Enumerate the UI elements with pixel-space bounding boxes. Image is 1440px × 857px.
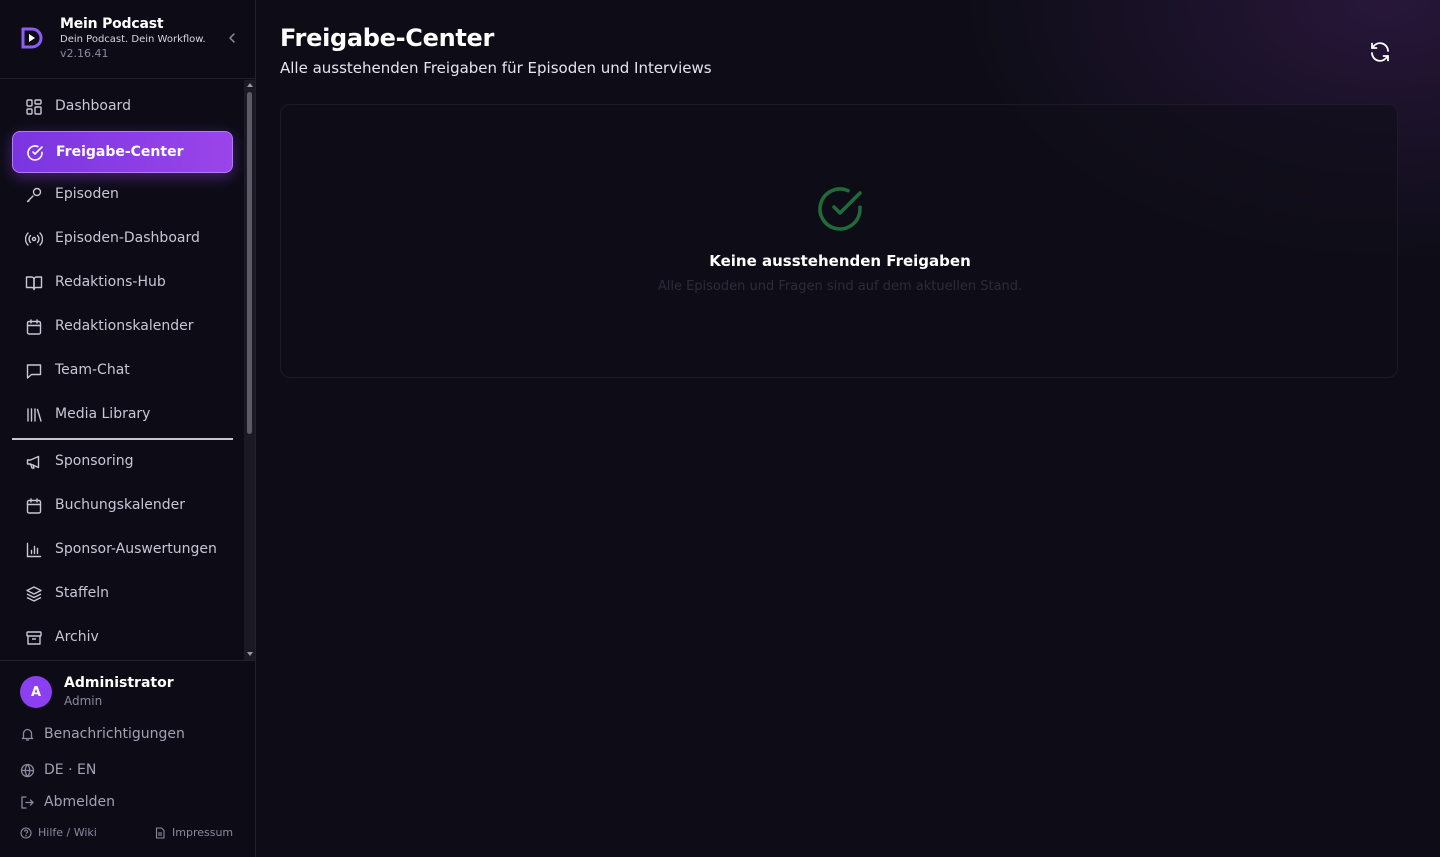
sidebar-item-label: Sponsor-Auswertungen [55,541,217,557]
main-content: Freigabe-Center Alle ausstehenden Freiga… [256,0,1440,857]
sidebar-item-archiv[interactable]: Archiv [12,617,233,659]
logout-button[interactable]: Abmelden [20,792,115,812]
sidebar-item-dashboard[interactable]: Dashboard [12,86,233,128]
sidebar-item-freigabe-center[interactable]: Freigabe-Center [12,131,233,173]
page-subtitle: Alle ausstehenden Freigaben für Episoden… [280,59,712,77]
sidebar-item-label: Staffeln [55,585,109,601]
help-circle-icon [20,826,32,839]
app-version: v2.16.41 [60,47,109,60]
sidebar-item-label: Episoden-Dashboard [55,230,200,246]
sidebar-item-episoden-dashboard[interactable]: Episoden-Dashboard [12,218,233,260]
sidebar-scrollbar-thumb[interactable] [247,92,252,434]
layers-icon [26,586,42,602]
sidebar-item-label: Archiv [55,629,99,645]
check-circle-icon [27,145,43,161]
sidebar-footer: A Administrator Admin Benachrichtigungen… [0,660,255,857]
app-tagline: Dein Podcast. Dein Workflow. [60,34,206,45]
sidebar-item-label: Buchungskalender [55,497,186,513]
imprint-label: Impressum [172,826,234,839]
notifications-link[interactable]: Benachrichtigungen [20,724,185,744]
sidebar-item-label: Redaktions-Hub [55,274,166,290]
empty-state-card: Keine ausstehenden Freigaben Alle Episod… [280,104,1398,378]
logout-icon [21,795,34,809]
sidebar-item-media-library[interactable]: Media Library [12,394,233,436]
logout-label: Abmelden [44,794,115,810]
avatar[interactable]: A [20,676,52,708]
sidebar-item-team-chat[interactable]: Team-Chat [12,350,233,392]
user-role: Admin [64,694,103,708]
empty-state-description: Alle Episoden und Fragen sind auf dem ak… [657,279,1023,294]
bar-chart-icon [26,542,42,558]
sidebar-item-sponsor-auswertungen[interactable]: Sponsor-Auswertungen [12,529,233,571]
sidebar-item-buchungskalender[interactable]: Buchungskalender [12,485,233,527]
dashboard-grid-icon [26,99,42,115]
help-wiki-link[interactable]: Hilfe / Wiki [20,826,97,839]
sidebar-item-sponsoring[interactable]: Sponsoring [12,441,233,483]
check-circle-icon [818,187,862,231]
brand-header: Mein Podcast Dein Podcast. Dein Workflow… [0,0,255,79]
sidebar-item-label: Sponsoring [55,453,134,469]
globe-icon [20,763,35,777]
bell-icon [21,728,34,741]
sidebar-nav: Dashboard Freigabe-Center Episoden Episo… [0,80,244,660]
refresh-button[interactable] [1368,40,1392,64]
podcast-logo-icon [21,27,43,49]
sidebar-item-label: Episoden [55,186,119,202]
calendar-icon [26,498,42,514]
sidebar-item-redaktionskalender[interactable]: Redaktionskalender [12,306,233,348]
app-title: Mein Podcast [60,16,164,32]
page-title: Freigabe-Center [280,24,495,52]
sidebar-item-label: Team-Chat [55,362,130,378]
scroll-down-arrow-icon[interactable] [246,651,254,657]
sidebar-item-episoden[interactable]: Episoden [12,174,233,216]
help-wiki-label: Hilfe / Wiki [38,826,97,839]
megaphone-icon [26,455,40,469]
sidebar-item-staffeln[interactable]: Staffeln [12,573,233,615]
sidebar-item-label: Freigabe-Center [56,144,184,160]
sidebar-item-label: Dashboard [55,98,131,114]
sidebar-item-redaktions-hub[interactable]: Redaktions-Hub [12,262,233,304]
user-name: Administrator [64,675,174,691]
language-switcher[interactable]: DE · EN [20,760,96,780]
nav-divider [12,438,233,440]
language-label: DE · EN [44,762,97,778]
sidebar-item-label: Media Library [55,406,151,422]
imprint-link[interactable]: Impressum [154,826,233,839]
notifications-label: Benachrichtigungen [44,726,185,742]
archive-box-icon [26,631,42,645]
empty-state-title: Keine ausstehenden Freigaben [709,252,971,270]
link-icon [26,187,42,203]
sidebar: Mein Podcast Dein Podcast. Dein Workflow… [0,0,256,857]
book-open-icon [25,276,43,291]
collapse-sidebar-button[interactable] [224,30,240,46]
calendar-icon [26,319,42,335]
scroll-up-arrow-icon[interactable] [246,82,254,88]
library-icon [27,408,42,422]
sidebar-item-label: Redaktionskalender [55,318,194,334]
chat-bubble-icon [26,364,42,379]
radio-broadcast-icon [25,232,43,246]
document-icon [155,826,165,839]
